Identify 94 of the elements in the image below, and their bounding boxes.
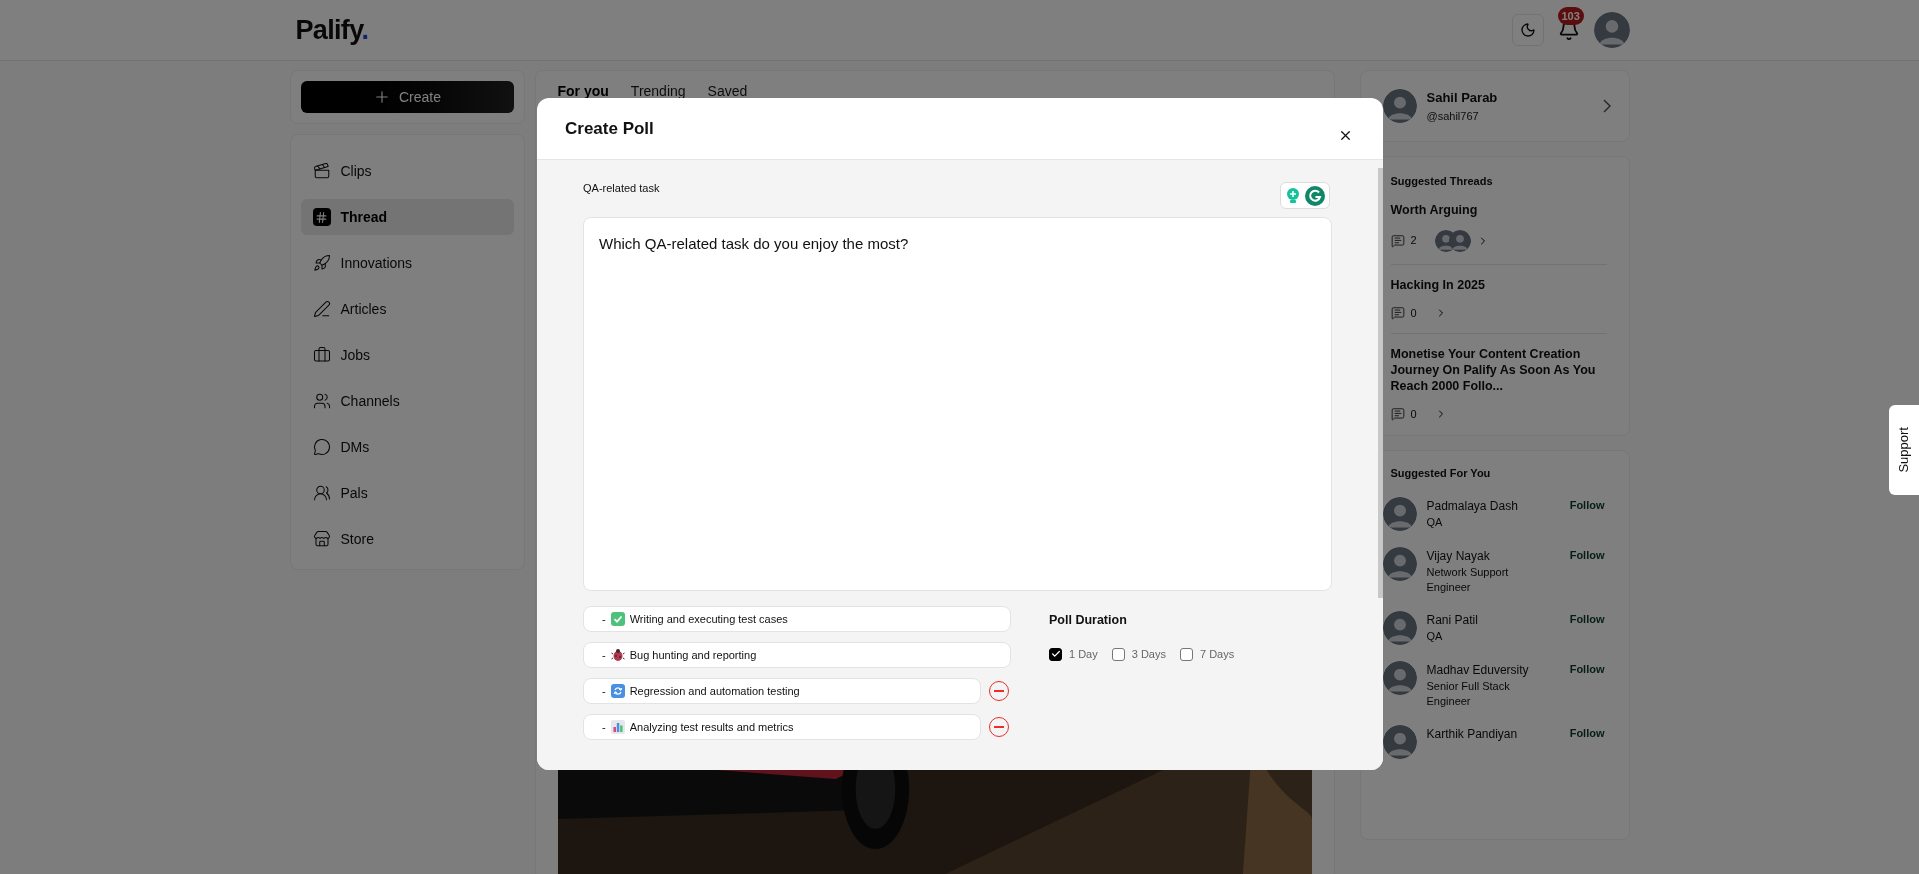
avatar — [1382, 725, 1417, 759]
follow-button[interactable]: Follow — [1569, 661, 1605, 678]
follow-button[interactable]: Follow — [1569, 611, 1605, 628]
person-name[interactable]: Karthik Pandiyan — [1426, 725, 1560, 743]
notification-count: 103 — [1557, 7, 1584, 25]
option-field[interactable]: - Regression and automation testing — [583, 678, 981, 704]
duration-title: Poll Duration — [1049, 612, 1128, 629]
person-name[interactable]: Rani Patil — [1426, 611, 1560, 629]
theme-toggle-button[interactable] — [1511, 14, 1544, 46]
nav-item[interactable]: Store — [300, 521, 514, 557]
list-dash: - — [602, 719, 606, 735]
close-icon — [1338, 128, 1353, 143]
check-mark-icon — [610, 612, 625, 626]
nav-item[interactable]: Jobs — [300, 337, 514, 373]
rocket-icon — [312, 254, 331, 272]
nav-item[interactable]: Thread — [300, 199, 514, 235]
section-title: Suggested For You — [1389, 465, 1492, 481]
thread-title[interactable]: Worth Arguing — [1390, 201, 1607, 218]
follow-button[interactable]: Follow — [1569, 497, 1605, 514]
store-icon — [312, 530, 331, 548]
bar-chart-icon — [610, 720, 625, 734]
nav-item[interactable]: Pals — [300, 475, 514, 511]
dialog-title: Create Poll — [565, 117, 654, 140]
person-name[interactable]: Vijay Nayak — [1426, 547, 1560, 565]
moon-icon — [1519, 22, 1536, 38]
section-title: Suggested Threads — [1390, 174, 1494, 189]
list-dash: - — [602, 683, 606, 699]
chat-icon — [312, 438, 331, 456]
profile-card[interactable]: Sahil Parab @sahil767 — [1359, 70, 1630, 142]
avatar — [1382, 661, 1417, 695]
briefcase-icon — [312, 346, 331, 364]
avatar — [1382, 547, 1417, 581]
comment-icon — [1390, 233, 1405, 248]
list-dash: - — [602, 611, 606, 627]
scrollbar[interactable] — [1378, 168, 1383, 598]
person-role: QA — [1426, 629, 1444, 644]
plus-icon — [373, 88, 391, 106]
nav-item[interactable]: Channels — [300, 383, 514, 419]
comment-count: 0 — [1410, 407, 1418, 422]
nav-item[interactable]: Articles — [300, 291, 514, 327]
g-logo-icon — [1305, 185, 1325, 206]
person-role: Senior Full Stack Engineer — [1426, 679, 1511, 709]
follow-button[interactable]: Follow — [1569, 547, 1605, 564]
thread-title[interactable]: Hacking In 2025 — [1390, 276, 1607, 293]
refresh-icon — [610, 684, 625, 698]
assistant-widget[interactable] — [1280, 182, 1330, 209]
profile-name: Sahil Parab — [1426, 89, 1499, 107]
hash-icon — [312, 208, 331, 226]
nav-item[interactable]: DMs — [300, 429, 514, 465]
follow-button[interactable]: Follow — [1569, 725, 1605, 742]
chevron-right-icon — [1602, 99, 1611, 113]
option-input[interactable]: Bug hunting and reporting — [629, 646, 1010, 664]
option-input[interactable]: Regression and automation testing — [629, 682, 980, 700]
thread-title[interactable]: Monetise Your Content Creation Journey On Palify As Soon As You Reach 2000 Follo... — [1390, 346, 1607, 394]
option-field[interactable]: - Analyzing test results and metrics — [583, 714, 981, 740]
option-field[interactable]: - Bug hunting and reporting — [583, 642, 1011, 668]
duration-checkbox[interactable]: 1 Day — [1049, 645, 1098, 663]
profile-avatar — [1593, 12, 1630, 48]
feed-tab[interactable]: For you — [557, 81, 609, 102]
people-icon — [312, 392, 331, 410]
nav-item[interactable]: Clips — [300, 153, 514, 189]
comment-count: 2 — [1410, 233, 1418, 249]
pen-icon — [312, 300, 331, 318]
nav-item[interactable]: Innovations — [300, 245, 514, 281]
option-field[interactable]: - Writing and executing test cases — [583, 606, 1011, 632]
person-name[interactable]: Madhav Eduversity — [1426, 661, 1560, 679]
person-role: QA — [1426, 515, 1444, 530]
option-input[interactable]: Analyzing test results and metrics — [629, 718, 980, 736]
list-dash: - — [602, 647, 606, 663]
people-icon — [312, 484, 331, 502]
create-button[interactable]: Create — [300, 81, 514, 113]
clapperboard-icon — [312, 162, 331, 180]
avatar — [1382, 611, 1417, 645]
logo[interactable]: Palify. — [295, 9, 369, 51]
question-field[interactable]: Which QA-related task do you enjoy the most? — [583, 217, 1332, 591]
person-name[interactable]: Padmalaya Dash — [1426, 497, 1560, 515]
support-tab[interactable]: Support — [1889, 405, 1919, 495]
avatar — [1382, 497, 1417, 531]
question-label: QA-related task — [583, 181, 660, 196]
comment-count: 0 — [1410, 305, 1418, 321]
bug-icon — [610, 648, 625, 662]
duration-checkbox[interactable]: 3 Days — [1111, 645, 1166, 663]
feed-tab[interactable]: Trending — [630, 81, 686, 102]
avatar — [1382, 89, 1417, 123]
comment-icon — [1390, 305, 1405, 320]
option-input[interactable]: Writing and executing test cases — [629, 610, 1010, 628]
profile-handle: @sahil767 — [1426, 108, 1480, 124]
comment-icon — [1390, 407, 1405, 422]
avatar — [1448, 229, 1471, 252]
check-icon — [1050, 649, 1061, 659]
duration-checkbox[interactable]: 7 Days — [1180, 645, 1235, 663]
lightbulb-icon — [1285, 186, 1301, 205]
person-role: Network Support Engineer — [1426, 565, 1510, 595]
feed-tab[interactable]: Saved — [707, 81, 748, 102]
